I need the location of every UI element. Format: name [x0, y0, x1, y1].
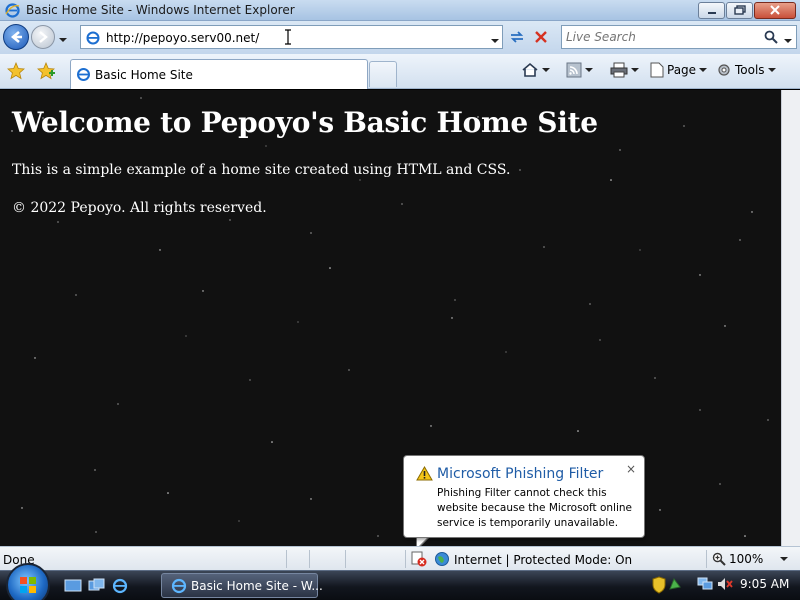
taskbar-ie-icon [171, 578, 187, 597]
tab-label: Basic Home Site [95, 68, 193, 82]
home-dropdown-icon[interactable] [542, 68, 550, 72]
page-menu-label: Page [667, 63, 697, 77]
network-icon[interactable] [697, 577, 713, 594]
show-desktop-icon[interactable] [64, 578, 82, 597]
vertical-scrollbar[interactable] [781, 90, 800, 546]
back-button[interactable] [3, 24, 29, 50]
address-url[interactable]: http://pepoyo.serv00.net/ [106, 31, 259, 45]
volume-muted-icon[interactable] [717, 577, 733, 594]
zoom-control[interactable]: 100% [712, 552, 789, 566]
status-divider [309, 550, 310, 568]
system-clock[interactable]: 9:05 AM [740, 577, 789, 591]
close-window-button[interactable] [754, 2, 796, 19]
status-bar: Done Internet | Protected Mode: On 100% [0, 546, 800, 570]
switch-windows-icon[interactable] [88, 578, 106, 597]
phishing-filter-notification[interactable]: Microsoft Phishing Filter × Phishing Fil… [403, 455, 645, 538]
notification-title: Microsoft Phishing Filter [437, 466, 604, 482]
phishing-filter-status-icon[interactable] [411, 551, 427, 570]
search-box[interactable] [561, 25, 797, 49]
refresh-button[interactable] [506, 26, 528, 48]
warning-icon [416, 465, 433, 484]
stop-button[interactable] [530, 26, 552, 48]
recent-pages-dropdown-icon[interactable] [59, 31, 67, 45]
status-divider [345, 550, 346, 568]
rss-feed-icon [566, 62, 582, 78]
forward-arrow-icon [39, 31, 48, 43]
address-dropdown-icon[interactable] [491, 32, 499, 46]
page-menu-icon [650, 62, 664, 78]
home-button[interactable] [521, 62, 550, 78]
zoom-icon [712, 552, 726, 566]
internet-explorer-icon [5, 3, 20, 18]
feeds-button[interactable] [566, 62, 593, 78]
starfield-background [11, 97, 769, 537]
status-divider [405, 550, 406, 568]
page-menu-button[interactable]: Page [650, 62, 708, 78]
stop-icon [535, 31, 547, 43]
search-icon[interactable] [764, 30, 778, 47]
minimize-button[interactable] [698, 2, 725, 19]
print-dropdown-icon[interactable] [631, 68, 639, 72]
tab-page-icon [76, 67, 91, 82]
status-divider [286, 550, 287, 568]
feeds-dropdown-icon[interactable] [585, 68, 593, 72]
window-title-bar: Basic Home Site - Windows Internet Explo… [0, 0, 800, 21]
zoom-level: 100% [729, 552, 764, 566]
text-cursor-icon [284, 29, 292, 48]
internet-zone-globe-icon [434, 551, 450, 570]
web-page-content: Welcome to Pepoyo's Basic Home Site This… [0, 90, 781, 546]
add-to-favorites-icon[interactable] [37, 61, 55, 83]
zoom-dropdown-icon[interactable] [780, 557, 789, 561]
window-title: Basic Home Site - Windows Internet Explo… [26, 3, 295, 17]
windows-logo-icon [20, 577, 36, 593]
page-dropdown-icon [699, 68, 708, 72]
tab-basic-home-site[interactable]: Basic Home Site [70, 59, 368, 89]
safely-remove-hardware-icon[interactable] [668, 577, 682, 594]
forward-button[interactable] [31, 25, 55, 49]
tools-dropdown-icon [767, 68, 776, 72]
back-arrow-icon [10, 31, 22, 43]
refresh-icon [510, 31, 524, 43]
notification-close-button[interactable]: × [626, 462, 636, 476]
quick-launch-ie-icon[interactable] [111, 578, 129, 597]
maximize-button[interactable] [726, 2, 753, 19]
page-intro-text: This is a simple example of a home site … [12, 162, 511, 178]
printer-icon [610, 62, 628, 78]
minimize-icon [707, 4, 717, 18]
start-button[interactable] [6, 563, 50, 600]
tools-menu-label: Tools [735, 63, 765, 77]
status-divider [706, 550, 707, 568]
page-heading: Welcome to Pepoyo's Basic Home Site [12, 106, 598, 139]
home-icon [522, 62, 538, 77]
new-tab-button[interactable] [369, 61, 397, 87]
maximize-icon [733, 4, 746, 18]
search-input[interactable] [566, 29, 756, 45]
windows-taskbar: Basic Home Site - W... [0, 563, 800, 600]
notification-message: Phishing Filter cannot check this websit… [437, 487, 632, 529]
gear-icon [718, 64, 730, 76]
print-button[interactable] [610, 62, 639, 78]
page-footer-text: © 2022 Pepoyo. All rights reserved. [12, 200, 267, 216]
tab-bar: Basic Home Site Page Tools [0, 54, 800, 89]
security-zone-label[interactable]: Internet | Protected Mode: On [454, 553, 632, 567]
tools-menu-button[interactable]: Tools [716, 62, 776, 78]
taskbar-ie-window-button[interactable]: Basic Home Site - W... [161, 573, 323, 598]
taskbar-button-label: Basic Home Site - W... [191, 579, 323, 593]
address-toolbar: http://pepoyo.serv00.net/ [0, 21, 800, 54]
page-icon [85, 30, 101, 46]
search-options-dropdown-icon[interactable] [784, 32, 792, 46]
security-shield-icon[interactable] [652, 576, 666, 597]
close-icon [769, 4, 781, 18]
favorites-center-icon[interactable] [7, 61, 25, 83]
